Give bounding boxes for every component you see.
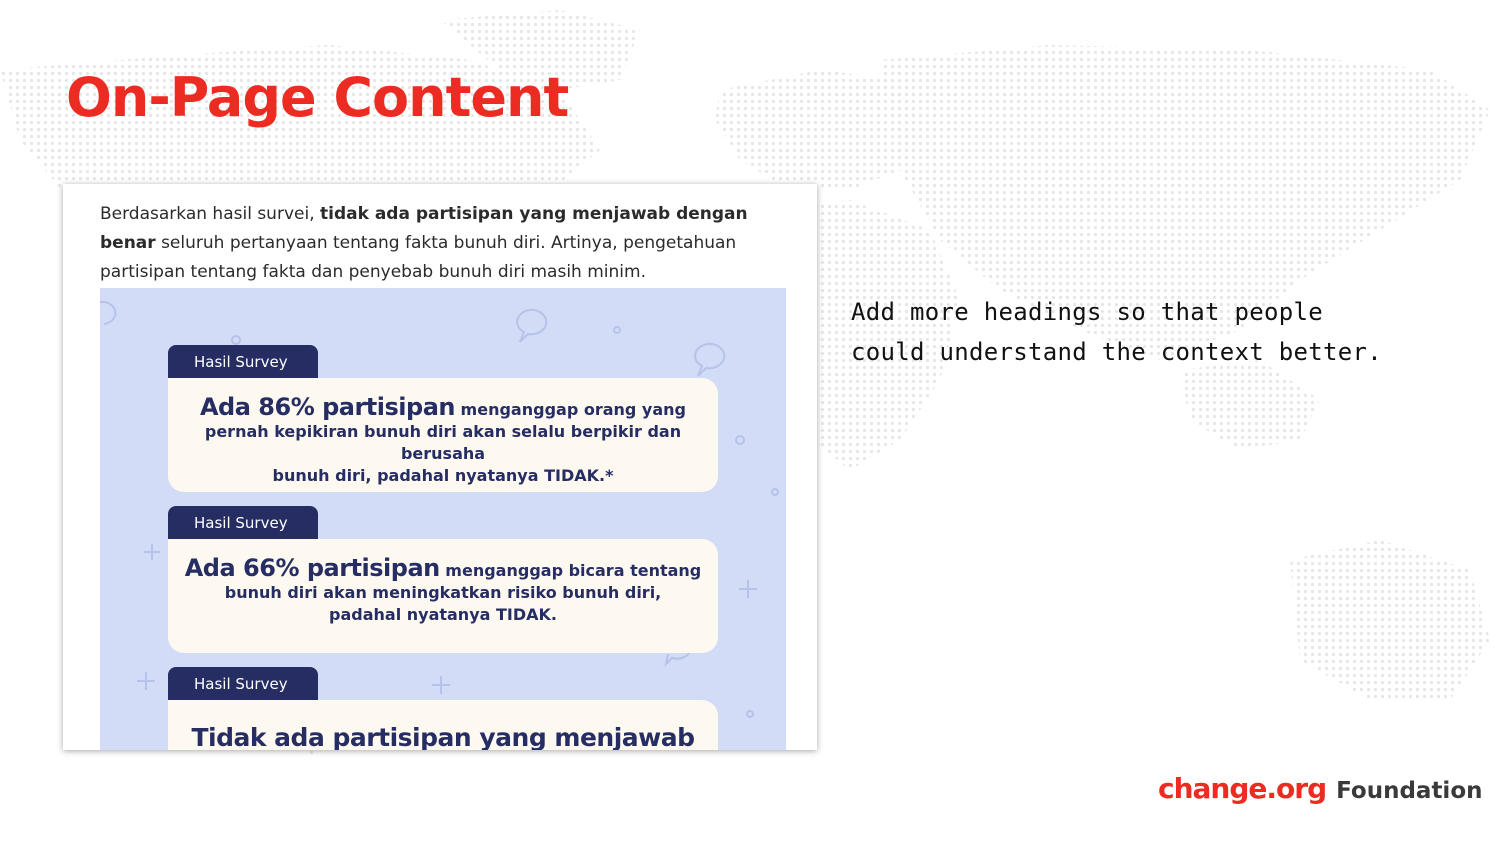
- circle-decoration: [735, 435, 745, 445]
- survey-text-line: pernah kepikiran bunuh diri akan selalu …: [204, 422, 682, 463]
- survey-text-line: menganggap orang yang: [454, 400, 686, 419]
- survey-highlight: Ada 66% partisipan: [184, 554, 441, 582]
- plus-decoration: [432, 676, 450, 694]
- article-screenshot: Berdasarkan hasil survei, tidak ada part…: [63, 184, 817, 750]
- plus-decoration: [137, 672, 155, 690]
- survey-tab-label: Hasil Survey: [168, 345, 318, 379]
- circle-decoration: [613, 326, 621, 334]
- brand-logo: change.org Foundation: [1158, 772, 1483, 805]
- paragraph-intro: Berdasarkan hasil survei,: [100, 204, 320, 224]
- paragraph-rest: seluruh pertanyaan tentang fakta bunuh d…: [100, 233, 737, 282]
- brand-name: change.org: [1158, 772, 1327, 805]
- circle-decoration: [231, 335, 241, 345]
- survey-highlight: Ada 86% partisipan: [199, 393, 456, 421]
- survey-text-line: bunuh diri, padahal nyatanya TIDAK.*: [272, 466, 614, 485]
- slide-title: On-Page Content: [66, 66, 569, 129]
- plus-decoration: [144, 544, 160, 560]
- survey-text-line: padahal nyatanya TIDAK.: [329, 605, 557, 624]
- survey-card-body: Ada 86% partisipan menganggap orang yang…: [168, 378, 718, 492]
- speech-bubble-icon: [516, 308, 548, 343]
- speech-bubble-icon: [694, 342, 726, 377]
- survey-highlight: Tidak ada partisipan yang menjawab: [191, 723, 695, 750]
- survey-infographic: Hasil Survey Ada 86% partisipan mengangg…: [100, 288, 786, 750]
- survey-tab-label: Hasil Survey: [168, 506, 318, 540]
- circle-decoration: [746, 710, 754, 718]
- speech-bubble-icon: [100, 300, 117, 325]
- article-paragraph: Berdasarkan hasil survei, tidak ada part…: [100, 200, 790, 287]
- circle-decoration: [771, 488, 779, 496]
- survey-tab-label: Hasil Survey: [168, 667, 318, 701]
- survey-text-line: bunuh diri akan meningkatkan risiko bunu…: [224, 583, 662, 602]
- slide-note: Add more headings so that people could u…: [851, 298, 1382, 366]
- brand-suffix: Foundation: [1336, 778, 1483, 804]
- plus-decoration: [739, 580, 757, 598]
- survey-text-line: menganggap bicara tentang: [439, 561, 702, 580]
- survey-card-body: Ada 66% partisipan menganggap bicara ten…: [168, 539, 718, 653]
- survey-card-body: Tidak ada partisipan yang menjawab: [168, 700, 718, 750]
